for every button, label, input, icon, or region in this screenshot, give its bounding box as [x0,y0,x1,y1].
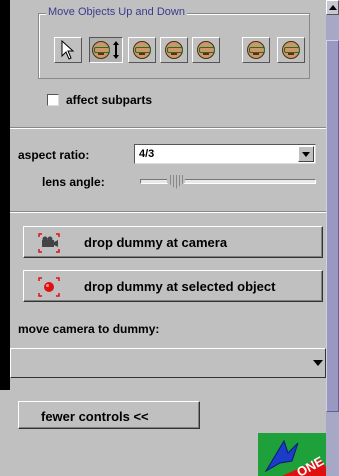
face-tool-1[interactable] [128,37,156,63]
face-tool-3[interactable] [192,37,220,63]
scroll-thumb[interactable] [326,40,339,412]
drop-dummy-at-camera-label: drop dummy at camera [84,235,228,250]
pointer-arrow-icon [61,40,75,60]
one-logo: ONE [258,433,326,476]
fewer-controls-label: fewer controls << [41,409,149,424]
affect-subparts-checkbox[interactable] [47,94,59,106]
aspect-ratio-value: 4/3 [139,148,155,160]
divider [10,211,326,213]
scroll-up-arrow-icon[interactable] [326,0,339,15]
chevron-down-icon[interactable] [298,146,314,162]
left-edge-bar [0,0,10,390]
lens-angle-slider-track[interactable] [140,179,316,184]
aspect-ratio-label: aspect ratio: [18,148,90,162]
fewer-controls-button[interactable]: fewer controls << [18,401,200,429]
aspect-ratio-select[interactable]: 4/3 [134,144,316,164]
drop-dummy-at-selected-button[interactable]: drop dummy at selected object [23,270,323,302]
face-icon [133,41,151,59]
face-icon [282,41,300,59]
pointer-tool[interactable] [54,37,82,63]
camera-icon [38,233,60,253]
face-icon [92,41,110,59]
lens-angle-label: lens angle: [42,175,105,189]
move-camera-to-dummy-select[interactable] [10,348,326,378]
up-down-arrow-icon [113,41,119,59]
face-tool-5[interactable] [277,37,305,63]
face-icon [197,41,215,59]
move-camera-to-dummy-label: move camera to dummy: [18,322,160,336]
up-down-tool[interactable] [89,37,123,63]
affect-subparts-label: affect subparts [66,93,153,107]
face-tool-2[interactable] [160,37,188,63]
face-icon [247,41,265,59]
face-tool-4[interactable] [242,37,270,63]
move-objects-group-title: Move Objects Up and Down [46,6,187,18]
face-icon [165,41,183,59]
target-dot-icon [38,277,60,297]
drop-dummy-at-camera-button[interactable]: drop dummy at camera [23,226,323,258]
divider [10,127,326,129]
vertical-scrollbar[interactable] [326,0,339,476]
drop-dummy-at-selected-label: drop dummy at selected object [84,279,276,294]
